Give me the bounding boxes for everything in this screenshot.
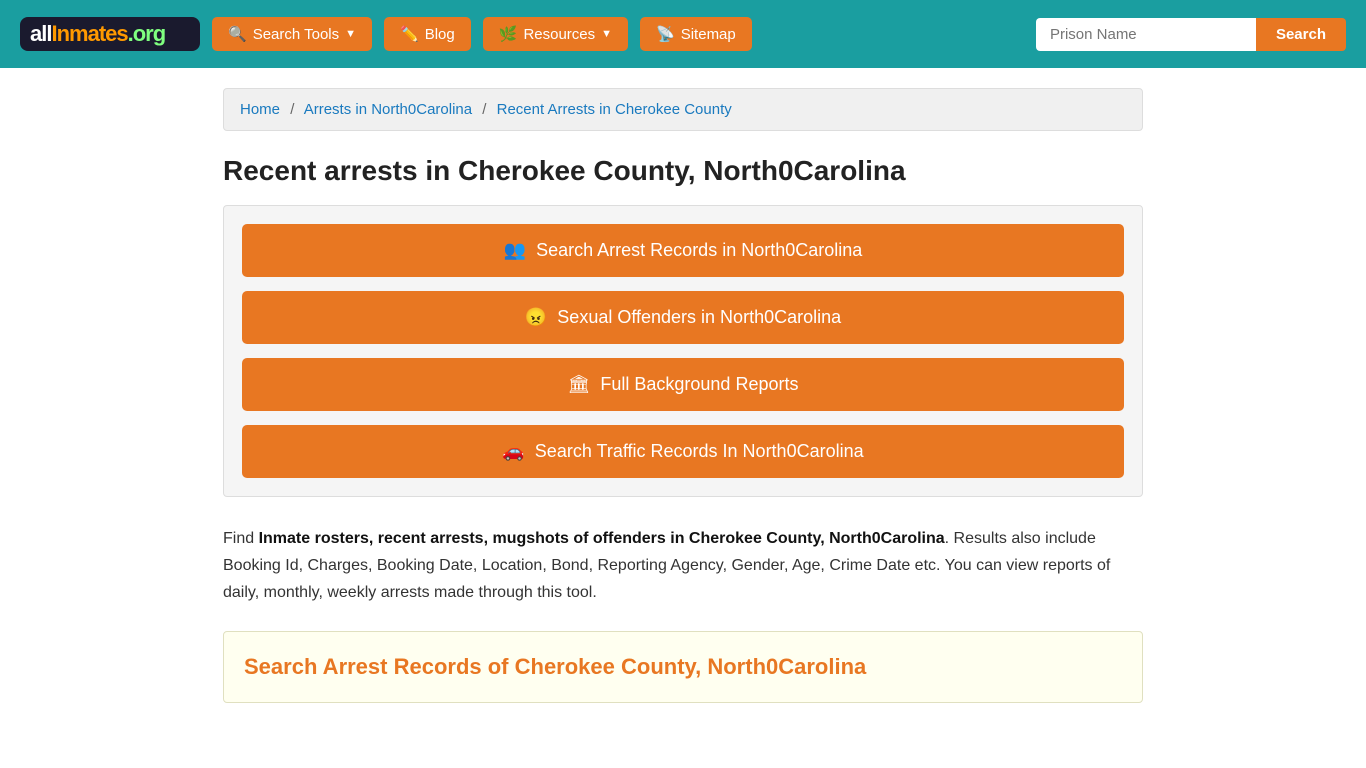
header: allInmates.org 🔍 Search Tools ▼ ✏️ Blog … <box>0 0 1366 68</box>
description-bold: Inmate rosters, recent arrests, mugshots… <box>259 530 945 547</box>
search-tools-icon: 🔍 <box>228 25 247 43</box>
site-logo[interactable]: allInmates.org <box>20 17 200 51</box>
resources-arrow-icon: ▼ <box>601 28 612 40</box>
search-tools-button[interactable]: 🔍 Search Tools ▼ <box>212 17 372 51</box>
prison-search-button[interactable]: Search <box>1256 18 1346 51</box>
traffic-records-icon: 🚗 <box>502 441 524 462</box>
logo-inmates: Inmates <box>51 21 127 47</box>
breadcrumb-sep-2: / <box>482 101 486 118</box>
sitemap-icon: 📡 <box>656 25 675 43</box>
logo-org: .org <box>128 21 166 47</box>
background-reports-icon: 🏛 <box>568 374 591 395</box>
arrest-records-label: Search Arrest Records in North0Carolina <box>536 240 862 261</box>
background-reports-button[interactable]: 🏛 Full Background Reports <box>242 358 1124 411</box>
breadcrumb-sep-1: / <box>290 101 294 118</box>
description-text: Find Inmate rosters, recent arrests, mug… <box>223 525 1143 607</box>
sitemap-button[interactable]: 📡 Sitemap <box>640 17 752 51</box>
blog-button[interactable]: ✏️ Blog <box>384 17 471 51</box>
prison-search-bar: Search <box>1036 18 1346 51</box>
arrest-records-icon: 👥 <box>504 240 526 261</box>
main-content: Home / Arrests in North0Carolina / Recen… <box>203 68 1163 743</box>
blog-label: Blog <box>425 26 455 43</box>
traffic-records-button[interactable]: 🚗 Search Traffic Records In North0Caroli… <box>242 425 1124 478</box>
breadcrumb: Home / Arrests in North0Carolina / Recen… <box>223 88 1143 131</box>
prison-name-input[interactable] <box>1036 18 1256 51</box>
action-card: 👥 Search Arrest Records in North0Carolin… <box>223 205 1143 497</box>
sexual-offenders-label: Sexual Offenders in North0Carolina <box>557 307 841 328</box>
sitemap-label: Sitemap <box>681 26 736 43</box>
resources-icon: 🌿 <box>499 25 518 43</box>
breadcrumb-current: Recent Arrests in Cherokee County <box>497 101 732 118</box>
page-title: Recent arrests in Cherokee County, North… <box>223 155 1143 187</box>
breadcrumb-arrests-nc[interactable]: Arrests in North0Carolina <box>304 101 472 118</box>
description-prefix: Find <box>223 530 259 547</box>
traffic-records-label: Search Traffic Records In North0Carolina <box>535 441 864 462</box>
search-tools-label: Search Tools <box>253 26 339 43</box>
bottom-section: Search Arrest Records of Cherokee County… <box>223 631 1143 704</box>
resources-button[interactable]: 🌿 Resources ▼ <box>483 17 628 51</box>
logo-all: all <box>30 21 51 47</box>
search-button-label: Search <box>1276 26 1326 43</box>
sexual-offenders-icon: 😠 <box>525 307 547 328</box>
background-reports-label: Full Background Reports <box>600 374 798 395</box>
sexual-offenders-button[interactable]: 😠 Sexual Offenders in North0Carolina <box>242 291 1124 344</box>
bottom-section-title: Search Arrest Records of Cherokee County… <box>244 652 1122 683</box>
arrest-records-button[interactable]: 👥 Search Arrest Records in North0Carolin… <box>242 224 1124 277</box>
resources-label: Resources <box>523 26 595 43</box>
search-tools-arrow-icon: ▼ <box>345 28 356 40</box>
blog-icon: ✏️ <box>400 25 419 43</box>
breadcrumb-home[interactable]: Home <box>240 101 280 118</box>
